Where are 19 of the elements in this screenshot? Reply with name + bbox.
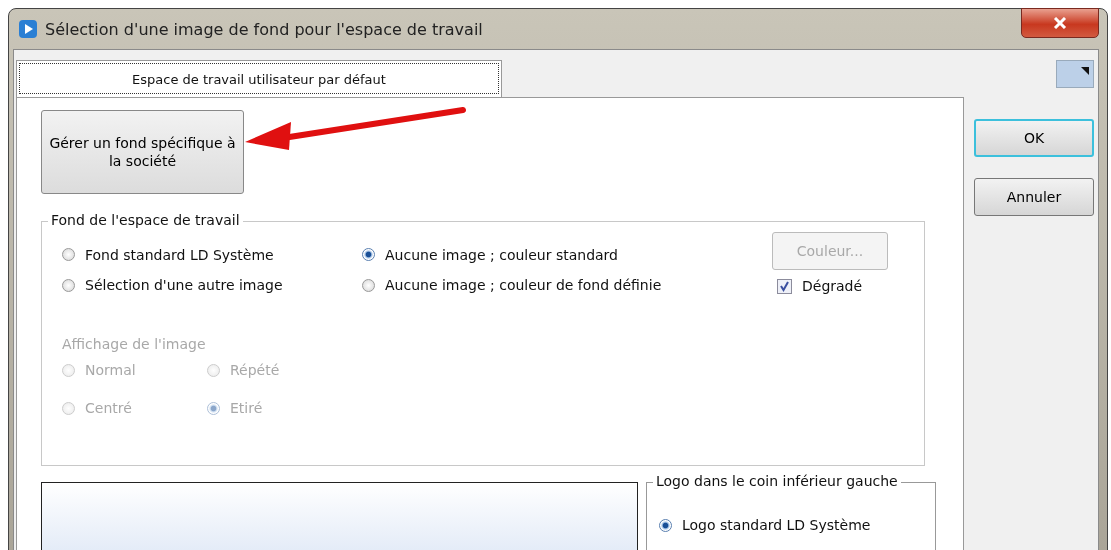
dialog-button[interactable]: OK [974, 119, 1094, 157]
tab[interactable]: Espace de travail utilisateur par défaut [16, 60, 502, 97]
app-icon [19, 20, 37, 38]
radio-option[interactable]: Logo standard LD Système [659, 517, 935, 533]
radio-option[interactable]: Fond standard LD Système [62, 246, 362, 264]
gradient-checkbox[interactable]: Dégradé [772, 278, 888, 294]
group-title: Fond de l'espace de travail [48, 212, 243, 228]
window-title: Sélection d'une image de fond pour l'espace de travail [45, 19, 483, 39]
dropdown-button[interactable] [1056, 60, 1094, 88]
section-label: Affichage de l'image [62, 336, 207, 352]
dialog-button[interactable]: Annuler [974, 178, 1094, 216]
caret-icon [1081, 67, 1089, 75]
radio-option[interactable]: Aucune image ; couleur standard [362, 246, 772, 264]
radio-option[interactable]: Aucune image ; couleur de fond définie [362, 276, 772, 294]
group-title: Logo dans le coin inférieur gauche [653, 473, 901, 489]
close-icon [1053, 17, 1067, 29]
radio-option[interactable]: Sélection d'une autre image [62, 276, 362, 294]
close-button[interactable] [1021, 8, 1099, 38]
manage-background-button[interactable]: Gérer un fond spécifique à la société [41, 110, 244, 194]
